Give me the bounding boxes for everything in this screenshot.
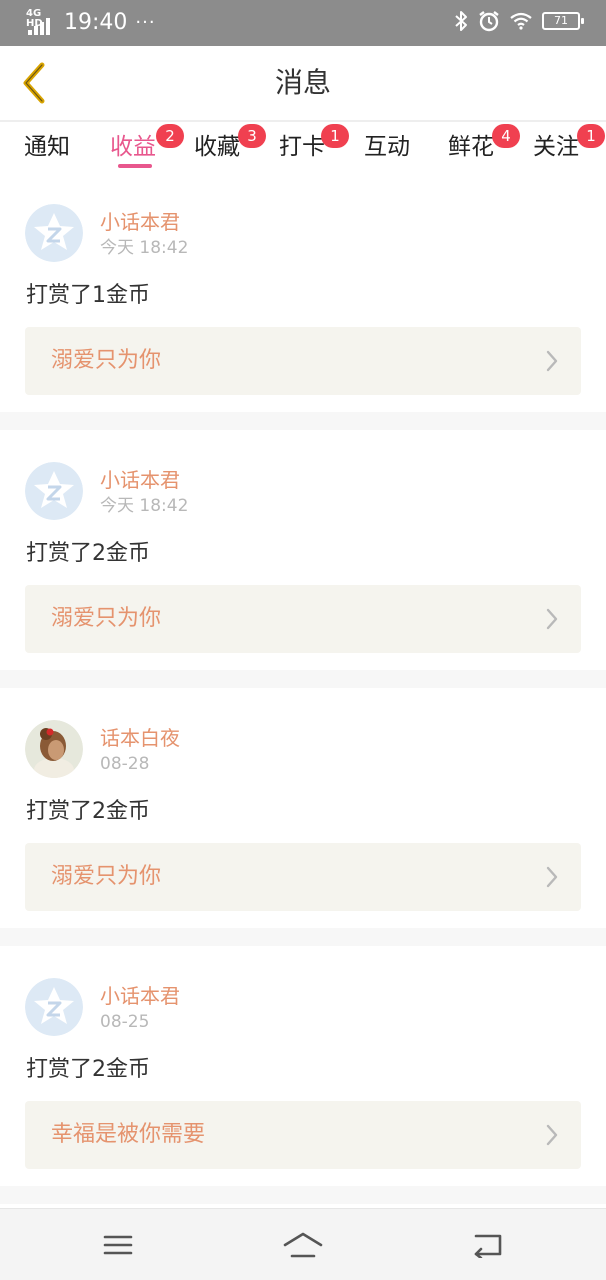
network-signal-icon: 4G HD [26,9,56,37]
tab-label: 互动 [364,134,410,160]
tab-notifications[interactable]: 通知 [24,130,70,170]
card-separator [0,412,606,430]
reward-message-card: 话本白夜 08-28 打赏了2金币 溺爱只为你 [0,688,606,928]
menu-button[interactable] [88,1223,148,1267]
avatar[interactable] [25,978,83,1036]
back-icon [474,1234,502,1258]
page-title: 消息 [274,66,331,99]
back-nav-button[interactable] [458,1223,518,1267]
more-notifications-indicator: ··· [135,12,156,33]
tab-label: 通知 [24,134,70,160]
tab-label: 鲜花 [448,134,494,160]
tab-flowers[interactable]: 鲜花 4 [448,124,520,170]
menu-icon [103,1235,133,1255]
tab-following[interactable]: 关注 1 [533,124,605,170]
message-time: 08-25 [100,1012,150,1032]
home-button[interactable] [273,1223,333,1267]
default-star-avatar-icon [25,462,83,520]
status-right: 71 [454,10,584,32]
tab-label: 关注 [533,134,579,160]
chevron-right-icon [546,350,558,372]
avatar[interactable] [25,720,83,778]
status-bar: 4G HD 19:40 ··· 71 [0,0,606,46]
status-time: 19:40 [64,10,128,35]
home-icon [283,1232,323,1258]
reward-message-card: 小话本君 今天 18:42 打赏了1金币 溺爱只为你 [0,172,606,412]
chevron-right-icon [546,866,558,888]
chevron-right-icon [546,1124,558,1146]
alarm-icon [479,11,499,32]
battery-level: 71 [554,14,568,27]
message-text: 打赏了2金币 [26,1057,150,1082]
app-header: 消息 [0,46,606,120]
tab-label: 收藏 [194,134,240,160]
work-link[interactable]: 幸福是被你需要 [25,1101,581,1169]
work-title: 幸福是被你需要 [51,1122,206,1147]
sender-name[interactable]: 小话本君 [100,982,180,1010]
active-tab-indicator [118,164,152,168]
unread-badge: 3 [238,124,266,148]
wifi-icon [510,12,532,30]
message-text: 打赏了2金币 [26,541,150,566]
tab-earnings[interactable]: 收益 2 [110,124,184,170]
tab-bar: 通知 收益 2 收藏 3 打卡 1 互动 鲜花 4 关注 1 [0,122,606,172]
card-separator [0,928,606,946]
message-time: 08-28 [100,754,150,774]
default-star-avatar-icon [25,978,83,1036]
unread-badge: 1 [321,124,349,148]
bluetooth-icon [455,11,467,31]
battery-icon: 71 [542,12,584,30]
tab-interaction[interactable]: 互动 [364,130,410,170]
sender-name[interactable]: 小话本君 [100,208,180,236]
card-separator [0,670,606,688]
reward-message-card: 小话本君 08-25 打赏了2金币 幸福是被你需要 [0,946,606,1186]
signal-bars [28,18,50,35]
message-text: 打赏了1金币 [26,283,150,308]
tab-label: 打卡 [279,134,325,160]
sender-name[interactable]: 话本白夜 [100,724,180,752]
message-text: 打赏了2金币 [26,799,150,824]
photo-avatar-icon [25,720,83,778]
message-list: 小话本君 今天 18:42 打赏了1金币 溺爱只为你 小话本君 今天 18:42… [0,172,606,1234]
unread-badge: 4 [492,124,520,148]
message-time: 今天 18:42 [100,238,189,258]
work-title: 溺爱只为你 [51,606,162,631]
reward-message-card: 小话本君 今天 18:42 打赏了2金币 溺爱只为你 [0,430,606,670]
message-time: 今天 18:42 [100,496,189,516]
sender-name[interactable]: 小话本君 [100,466,180,494]
work-title: 溺爱只为你 [51,348,162,373]
card-separator [0,1186,606,1204]
status-left: 4G HD 19:40 ··· [26,8,156,38]
unread-badge: 2 [156,124,184,148]
work-title: 溺爱只为你 [51,864,162,889]
tab-checkin[interactable]: 打卡 1 [279,124,349,170]
avatar[interactable] [25,204,83,262]
work-link[interactable]: 溺爱只为你 [25,843,581,911]
chevron-right-icon [546,608,558,630]
work-link[interactable]: 溺爱只为你 [25,327,581,395]
work-link[interactable]: 溺爱只为你 [25,585,581,653]
avatar[interactable] [25,462,83,520]
tab-label: 收益 [110,134,156,160]
system-navigation-bar [0,1208,606,1280]
default-star-avatar-icon [25,204,83,262]
unread-badge: 1 [577,124,605,148]
tab-favorites[interactable]: 收藏 3 [194,124,266,170]
